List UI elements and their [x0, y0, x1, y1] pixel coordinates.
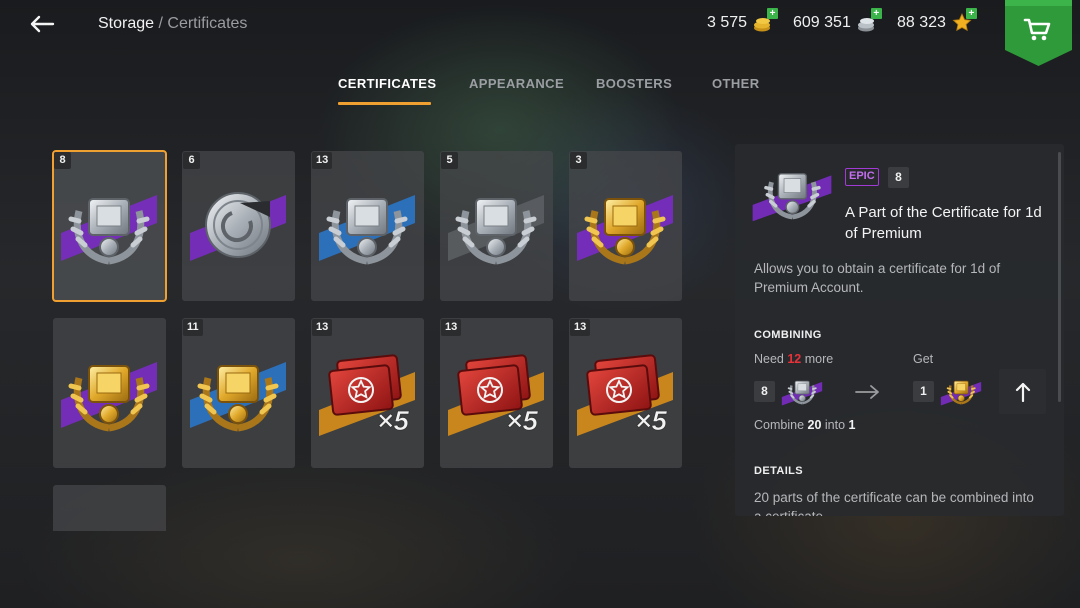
- item-title: A Part of the Certificate for 1d of Prem…: [845, 204, 1042, 242]
- red-card-bundle-icon: ×5: [448, 354, 544, 436]
- need-more-label: Need 12 more: [754, 352, 833, 366]
- rarity-badge: EPIC: [845, 168, 879, 186]
- grid-row-clip: [53, 485, 166, 531]
- premium-certificate-part-icon: [319, 195, 415, 273]
- item-count-badge: 13: [570, 319, 591, 336]
- breadcrumb-certificates: Certificates: [167, 15, 248, 32]
- combine-summary: Combine 20 into 1: [754, 418, 855, 432]
- free-xp-amount: 88 323: [897, 14, 946, 31]
- certificate-card[interactable]: 8: [52, 150, 167, 302]
- get-count: 1: [913, 381, 934, 402]
- combine-from: 20: [807, 418, 822, 432]
- certificate-card[interactable]: 5: [440, 151, 553, 301]
- need-value: 12: [787, 352, 802, 366]
- item-count-badge: 8: [54, 152, 71, 169]
- add-silver-icon[interactable]: +: [870, 8, 882, 19]
- gold-certificate-small-icon: [940, 379, 982, 406]
- item-count-badge: 5: [441, 152, 458, 169]
- breadcrumb: Storage / Certificates: [98, 15, 247, 33]
- selected-certificate-icon: [752, 162, 832, 222]
- add-gold-icon[interactable]: +: [767, 8, 779, 19]
- need-suffix: more: [801, 352, 834, 366]
- shopping-cart-icon: [1005, 0, 1072, 66]
- item-count-badge: 11: [183, 319, 203, 336]
- item-description: Allows you to obtain a certificate for 1…: [754, 261, 1001, 295]
- item-count-badge: 6: [183, 152, 200, 169]
- certificate-card[interactable]: 13: [311, 151, 424, 301]
- silver-balance[interactable]: 609 351 +: [793, 8, 882, 33]
- premium-certificate-part-icon: [61, 195, 157, 273]
- shop-button[interactable]: [1005, 0, 1072, 66]
- owned-count: 8: [888, 167, 909, 188]
- combine-mid: into: [821, 418, 849, 432]
- need-prefix: Need: [754, 352, 788, 366]
- breadcrumb-storage[interactable]: Storage: [98, 15, 154, 32]
- gold-certificate-part-icon: [190, 362, 286, 440]
- gold-coins-icon: +: [753, 8, 779, 33]
- certificate-card[interactable]: 3: [569, 151, 682, 301]
- certificate-card[interactable]: [53, 485, 166, 531]
- gold-amount: 3 575: [707, 14, 748, 31]
- combine-prefix: Combine: [754, 418, 808, 432]
- details-text: 20 parts of the certificate can be combi…: [754, 490, 1034, 516]
- gold-balance[interactable]: 3 575 +: [707, 8, 779, 33]
- certificate-card[interactable]: 13 ×5: [569, 318, 682, 468]
- tab-appearance[interactable]: APPEARANCE: [469, 76, 564, 91]
- premium-certificate-part-icon: [448, 195, 544, 273]
- active-tab-indicator: [338, 102, 431, 105]
- certificate-card[interactable]: 6: [182, 151, 295, 301]
- silver-coins-icon: +: [857, 8, 882, 33]
- breadcrumb-separator: /: [154, 15, 168, 32]
- combining-heading: COMBINING: [754, 329, 822, 341]
- certificate-card[interactable]: 13 ×5: [440, 318, 553, 468]
- combine-to: 1: [848, 418, 856, 432]
- item-count-badge: 13: [312, 319, 333, 336]
- gold-certificate-part-icon: [577, 195, 673, 273]
- silver-amount: 609 351: [793, 14, 851, 31]
- item-count-badge: 13: [441, 319, 462, 336]
- details-panel: EPIC 8 A Part of the Certificate for 1d …: [735, 144, 1064, 516]
- x5-label: ×5: [377, 405, 409, 436]
- item-count-badge: 3: [570, 152, 587, 169]
- x5-label: ×5: [635, 405, 667, 436]
- red-card-bundle-icon: ×5: [577, 354, 673, 436]
- get-label: Get: [913, 352, 934, 366]
- back-button[interactable]: [24, 6, 60, 42]
- tab-certificates[interactable]: CERTIFICATES: [338, 76, 436, 91]
- red-card-icon: [59, 507, 159, 531]
- have-count: 8: [754, 381, 775, 402]
- arrow-right-icon: [855, 385, 879, 399]
- red-card-bundle-icon: ×5: [319, 354, 415, 436]
- certificate-card[interactable]: 11: [182, 318, 295, 468]
- certificate-part-small-icon: [781, 379, 823, 406]
- panel-scrollbar[interactable]: [1058, 152, 1061, 402]
- item-count-badge: 13: [312, 152, 333, 169]
- combine-button[interactable]: [999, 369, 1046, 414]
- free-xp-star-icon: +: [952, 8, 977, 33]
- x5-label: ×5: [506, 405, 538, 436]
- gold-certificate-part-icon: [61, 362, 157, 440]
- details-heading: DETAILS: [754, 465, 804, 477]
- certificate-card[interactable]: 13 ×5: [311, 318, 424, 468]
- certificate-card[interactable]: [53, 318, 166, 468]
- tab-boosters[interactable]: BOOSTERS: [596, 76, 672, 91]
- tab-other[interactable]: OTHER: [712, 76, 760, 91]
- arrow-up-icon: [1015, 382, 1030, 402]
- free-xp-balance[interactable]: 88 323 +: [897, 8, 977, 33]
- back-arrow-icon: [30, 15, 55, 33]
- add-free-xp-icon[interactable]: +: [965, 8, 977, 19]
- silver-coin-certificate-icon: [190, 192, 286, 261]
